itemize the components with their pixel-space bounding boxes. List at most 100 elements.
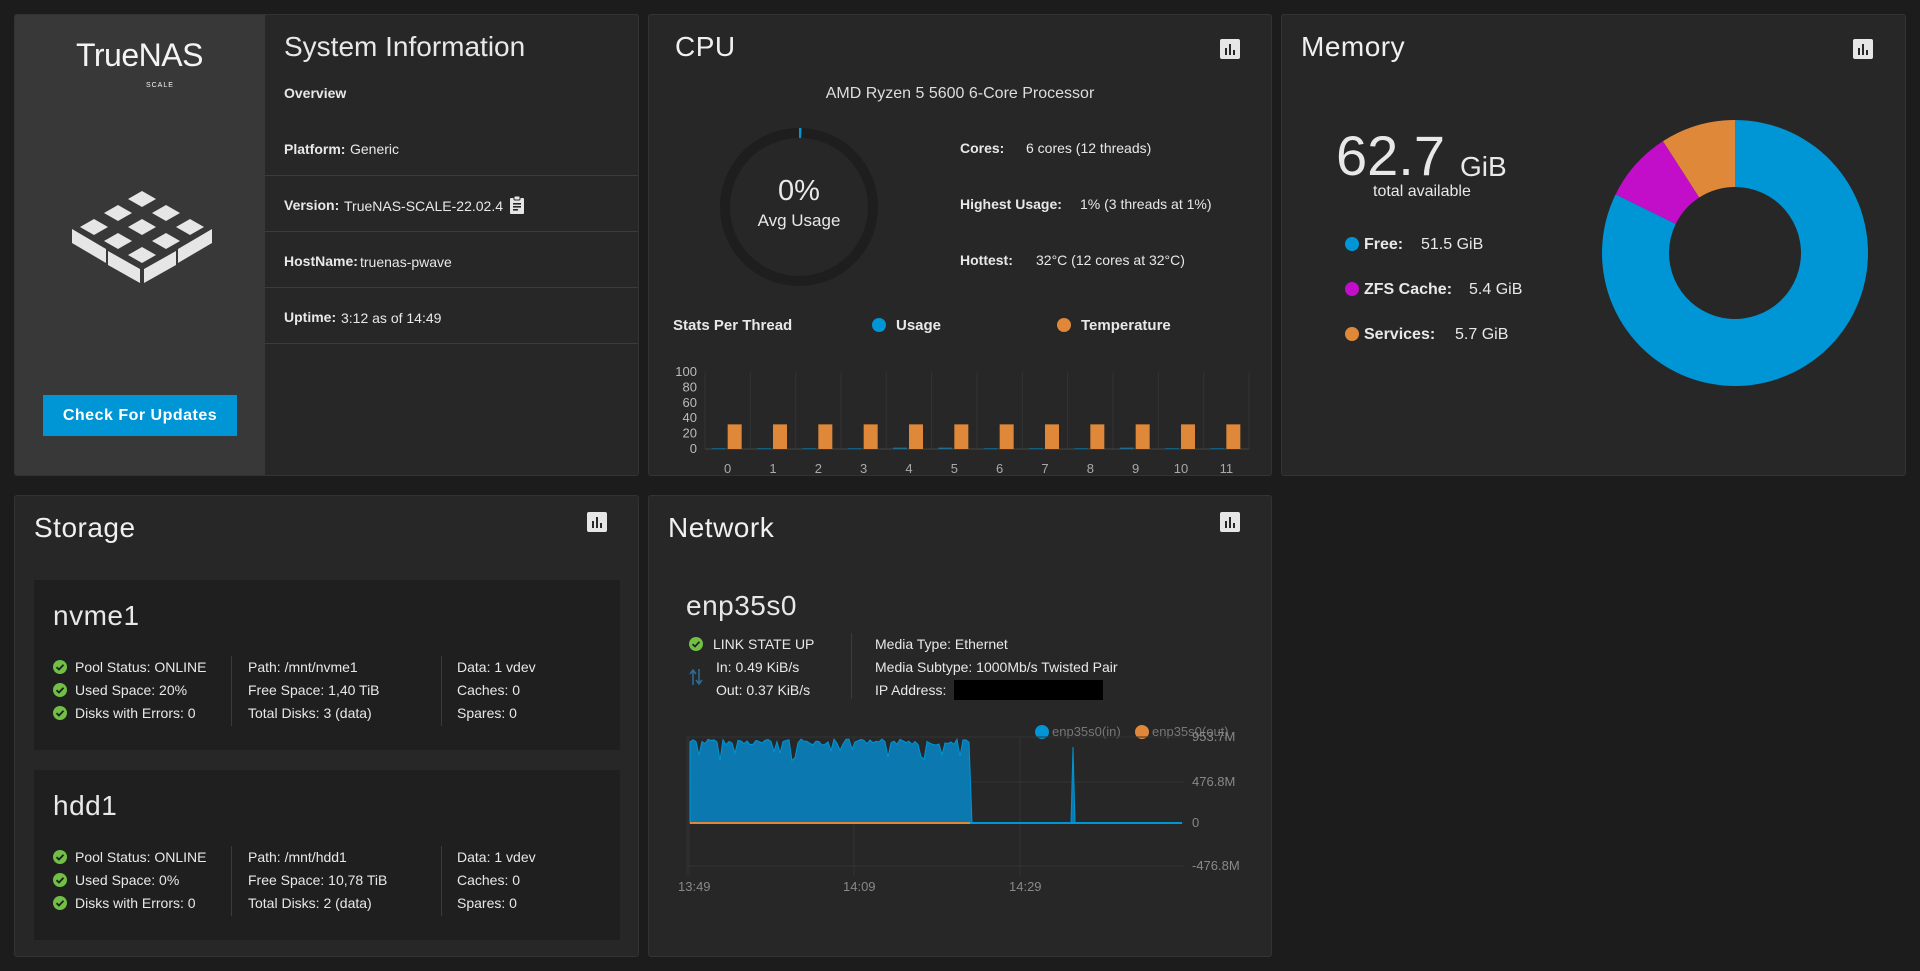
pool-vdev-column: Data: 1 vdev Caches: 0 Spares: 0	[457, 656, 536, 725]
interface-name: enp35s0	[686, 590, 797, 621]
check-circle-icon	[53, 683, 67, 697]
link-state: LINK STATE UP	[689, 633, 814, 656]
y-tick-label: 60	[683, 395, 697, 410]
pool-info-column: Path: /mnt/hdd1 Free Space: 10,78 TiB To…	[248, 846, 387, 915]
media-type: Media Type: Ethernet	[875, 636, 1008, 652]
media-subtype: Media Subtype: 1000Mb/s Twisted Pair	[875, 659, 1118, 675]
divider	[441, 656, 442, 726]
pool-name: hdd1	[53, 790, 118, 821]
storage-card: Storage nvme1 Pool Status: ONLINE Used S…	[14, 495, 639, 957]
memory-services-row: Services: 5.7 GiB	[1345, 326, 1508, 344]
media-info-column: Media Type: Ethernet Media Subtype: 1000…	[875, 633, 1118, 702]
pool-status: Pool Status: ONLINE	[53, 846, 207, 869]
pool-nvme1[interactable]: nvme1 Pool Status: ONLINE Used Space: 20…	[34, 580, 620, 750]
pool-total-disks: Total Disks: 2 (data)	[248, 895, 372, 911]
x-tick-label: 14:29	[1009, 879, 1042, 894]
usage-bar	[711, 448, 726, 449]
pool-hdd1[interactable]: hdd1 Pool Status: ONLINE Used Space: 0% …	[34, 770, 620, 940]
x-tick-label: 10	[1174, 461, 1188, 475]
y-tick-label: -476.8M	[1192, 858, 1240, 873]
cpu-reports-button[interactable]	[1220, 39, 1240, 59]
y-tick-label: 40	[683, 410, 697, 425]
ip-address: IP Address:	[875, 679, 1118, 702]
memory-zfs-cache-row: ZFS Cache: 5.4 GiB	[1345, 281, 1522, 299]
x-tick-label: 3	[860, 461, 867, 475]
memory-reports-button[interactable]	[1853, 39, 1873, 59]
highest-usage-label: Highest Usage:	[960, 196, 1062, 212]
pool-total-disks: Total Disks: 3 (data)	[248, 705, 372, 721]
x-tick-label: 0	[724, 461, 731, 475]
uptime-row: Uptime: 3:12 as of 14:49	[265, 287, 638, 344]
usage-bar	[1119, 447, 1134, 449]
y-tick-label: 100	[675, 364, 697, 379]
temperature-bar	[818, 424, 833, 449]
cpu-model: AMD Ryzen 5 5600 6-Core Processor	[825, 85, 1095, 102]
temperature-bar	[999, 424, 1014, 449]
memory-total-label: total available	[1373, 183, 1471, 200]
temperature-bar	[1045, 424, 1059, 449]
hostname-row: HostName: truenas-pwave	[265, 231, 638, 288]
usage-bar	[1074, 448, 1089, 449]
cores-label: Cores:	[960, 140, 1005, 156]
x-tick-label: 6	[996, 461, 1003, 475]
traffic-in-area	[689, 737, 1182, 824]
redacted-ip	[954, 680, 1104, 700]
clipboard-icon[interactable]	[509, 195, 525, 215]
system-information-card: TrueNAS SCALE Check For Updates System I…	[14, 14, 639, 476]
temperature-bar	[1090, 424, 1105, 449]
pool-spares: Spares: 0	[457, 705, 517, 721]
network-traffic-chart: enp35s0(in) enp35s0(out)953.7M476.8M0-476…	[678, 724, 1240, 894]
network-title: Network	[668, 512, 775, 543]
legend-temperature[interactable]: Temperature	[1057, 317, 1171, 334]
usage-bar	[1165, 448, 1179, 449]
cpu-title: CPU	[675, 31, 736, 62]
usage-bar	[1210, 448, 1225, 449]
network-reports-button[interactable]	[1220, 512, 1240, 532]
temperature-bar	[727, 424, 742, 449]
x-tick-label: 14:09	[843, 879, 876, 894]
used-space: Used Space: 20%	[53, 679, 207, 702]
stats-per-thread-label: Stats Per Thread	[673, 317, 793, 334]
disks-with-errors: Disks with Errors: 0	[53, 702, 207, 725]
system-logo-panel: TrueNAS SCALE Check For Updates	[15, 15, 265, 475]
x-tick-label: 13:49	[678, 879, 711, 894]
temperature-bar	[1135, 424, 1150, 449]
system-details: System Information Overview Platform: Ge…	[265, 15, 638, 475]
usage-legend-dot	[872, 318, 886, 332]
x-tick-label: 7	[1041, 461, 1048, 475]
temperature-legend-dot	[1057, 318, 1071, 332]
disks-with-errors: Disks with Errors: 0	[53, 892, 207, 915]
y-tick-label: 476.8M	[1192, 774, 1235, 789]
x-tick-label: 8	[1087, 461, 1094, 475]
usage-bar	[802, 448, 817, 449]
system-info-title: System Information	[284, 31, 526, 62]
memory-free-row: Free: 51.5 GiB	[1345, 236, 1483, 254]
divider	[441, 846, 442, 916]
y-tick-label: 0	[1192, 815, 1199, 830]
bar-chart-icon	[1225, 44, 1235, 55]
pool-data-vdev: Data: 1 vdev	[457, 849, 536, 865]
temperature-bar	[909, 424, 923, 449]
check-circle-icon	[53, 873, 67, 887]
link-status-column: LINK STATE UP In: 0.49 KiB/s Out: 0.37 K…	[689, 633, 814, 702]
cpu-card: CPU AMD Ryzen 5 5600 6-Core Processor 0%…	[648, 14, 1272, 476]
traffic-in: In: 0.49 KiB/s	[716, 659, 800, 675]
legend-usage[interactable]: Usage	[872, 317, 941, 334]
used-space: Used Space: 0%	[53, 869, 207, 892]
pool-free-space: Free Space: 1,40 TiB	[248, 682, 380, 698]
x-tick-label: 1	[769, 461, 776, 475]
pool-info-column: Path: /mnt/nvme1 Free Space: 1,40 TiB To…	[248, 656, 380, 725]
temperature-bar	[773, 424, 787, 449]
traffic-out: Out: 0.37 KiB/s	[716, 682, 811, 698]
check-for-updates-button[interactable]: Check For Updates	[43, 395, 237, 436]
check-circle-icon	[53, 660, 67, 674]
usage-bar	[1029, 448, 1043, 449]
storage-reports-button[interactable]	[587, 512, 607, 532]
zfs-cache-legend-dot	[1345, 282, 1359, 296]
temperature-bar	[863, 424, 878, 449]
divider	[231, 656, 232, 726]
version-row: Version: TrueNAS-SCALE-22.02.4	[265, 175, 638, 232]
platform-row: Platform: Generic	[265, 119, 638, 176]
check-circle-icon	[53, 706, 67, 720]
services-legend-dot	[1345, 327, 1359, 341]
